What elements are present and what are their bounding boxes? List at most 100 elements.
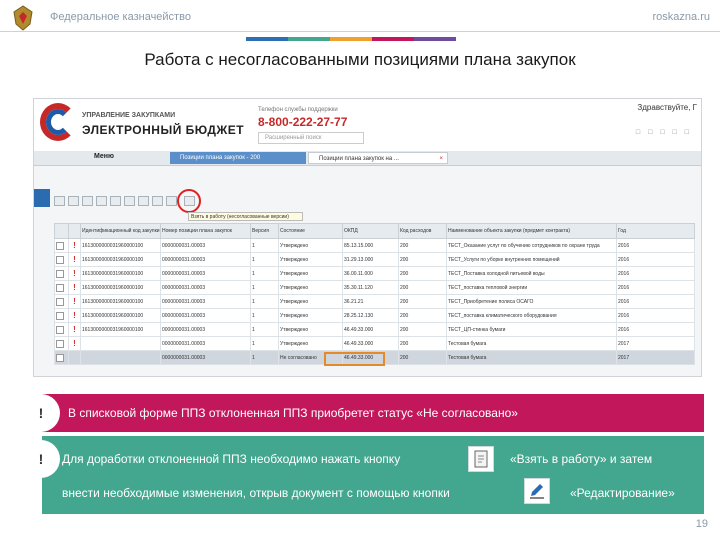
row-checkbox[interactable] (54, 252, 69, 267)
cell-name: ТЕСТ_Приобретение полиса ОСАГО (446, 294, 617, 309)
cell-flag: ! (68, 336, 81, 351)
row-checkbox[interactable] (54, 336, 69, 351)
copy-icon[interactable] (68, 196, 79, 206)
column-header[interactable]: Идентификационный код закупки (80, 223, 161, 239)
table-row[interactable]: ! 1613000000031960000100 0000000031.00003 1… (54, 294, 695, 309)
checkbox-icon[interactable] (56, 241, 64, 250)
table-row[interactable]: ! 0000000031.00003 1 Утверждено 46.49.33.000… (54, 336, 695, 351)
column-header[interactable]: Состояние (278, 223, 343, 239)
cell-flag: ! (68, 238, 81, 253)
checkbox-icon[interactable] (56, 255, 64, 264)
cell-num: 0000000031.00003 (160, 238, 251, 253)
app-screenshot: УПРАВЛЕНИЕ ЗАКУПКАМИ ЭЛЕКТРОННЫЙ БЮДЖЕТ … (33, 98, 702, 377)
exclamation-icon: ! (22, 394, 60, 432)
cell-name: Тестовая бумага (446, 350, 617, 365)
cell-ikz (80, 350, 161, 365)
column-header[interactable] (54, 223, 69, 239)
site-link[interactable]: roskazna.ru (653, 11, 710, 23)
table-row[interactable]: ! 1613000000031960000100 0000000031.00003 1… (54, 252, 695, 267)
row-checkbox[interactable] (54, 350, 69, 365)
note-text-a: Для доработки отклоненной ППЗ необходимо… (62, 452, 401, 466)
cell-num: 0000000031.00003 (160, 308, 251, 323)
color-stripes (246, 37, 456, 41)
row-checkbox[interactable] (54, 322, 69, 337)
table-row[interactable]: ! 1613000000031960000100 0000000031.00003 1… (54, 238, 695, 253)
column-header[interactable] (68, 223, 81, 239)
cell-state: Утверждено (278, 322, 343, 337)
column-header[interactable]: Наименование объекта закупки (предмет ко… (446, 223, 617, 239)
checkbox-icon[interactable] (56, 311, 64, 320)
cell-kbk: 200 (398, 252, 447, 267)
checkbox-icon[interactable] (56, 353, 64, 362)
row-checkbox[interactable] (54, 266, 69, 281)
cell-ikz (80, 336, 161, 351)
header-divider (0, 31, 720, 32)
cell-ikz: 1613000000031960000100 (80, 322, 161, 337)
cell-flag: ! (68, 252, 81, 267)
export-icon[interactable] (152, 196, 163, 206)
row-checkbox[interactable] (54, 294, 69, 309)
cell-flag (68, 350, 81, 365)
table-row[interactable]: ! 1613000000031960000100 0000000031.00003 1… (54, 322, 695, 337)
refresh-icon[interactable] (96, 196, 107, 206)
table-row[interactable]: ! 1613000000031960000100 0000000031.00003 1… (54, 280, 695, 295)
cell-ver: 1 (250, 336, 279, 351)
org-name: Федеральное казначейство (50, 11, 191, 23)
side-panel-toggle-icon[interactable] (34, 189, 50, 207)
cell-num: 0000000031.00003 (160, 266, 251, 281)
cell-flag: ! (68, 294, 81, 309)
filter-icon[interactable] (110, 196, 121, 206)
search-input[interactable]: Расширенный поиск (258, 132, 364, 144)
cell-flag: ! (68, 266, 81, 281)
table-row[interactable]: ! 1613000000031960000100 0000000031.00003 1… (54, 266, 695, 281)
support-label: Телефон службы поддержки (258, 107, 338, 113)
column-header[interactable]: Номер позиции плана закупок (160, 223, 251, 239)
cell-ver: 1 (250, 294, 279, 309)
tab-plan-positions[interactable]: Позиции плана закупок - 200 (170, 152, 306, 164)
page-number: 19 (695, 518, 708, 530)
cell-name: ТЕСТ_поставка климатического оборудовани… (446, 308, 617, 323)
view-icon[interactable] (138, 196, 149, 206)
checkbox-icon[interactable] (56, 283, 64, 292)
column-header[interactable]: Версия (250, 223, 279, 239)
add-icon[interactable] (54, 196, 65, 206)
table-row[interactable]: ! 1613000000031960000100 0000000031.00003 1… (54, 308, 695, 323)
note-text-b: «Взять в работу» и затем (510, 452, 653, 466)
checkbox-icon[interactable] (56, 297, 64, 306)
slide-header: Федеральное казначейство roskazna.ru (0, 0, 720, 38)
delete-icon[interactable] (166, 196, 177, 206)
edit-icon[interactable] (82, 196, 93, 206)
cell-name: ТЕСТ_поставка тепловой энергии (446, 280, 617, 295)
cell-state: Утверждено (278, 308, 343, 323)
logo-subtitle: УПРАВЛЕНИЕ ЗАКУПКАМИ (82, 112, 176, 119)
user-greeting: Здравствуйте, Г (637, 103, 697, 112)
cell-year: 2016 (616, 252, 695, 267)
cell-flag: ! (68, 308, 81, 323)
cell-year: 2016 (616, 280, 695, 295)
checkbox-icon[interactable] (56, 269, 64, 278)
header-icons[interactable]: □□□□□ (636, 129, 697, 136)
note-text: В списковой форме ППЗ отклоненная ППЗ пр… (68, 406, 518, 420)
coat-of-arms-icon (13, 5, 33, 31)
row-checkbox[interactable] (54, 280, 69, 295)
column-header[interactable]: Код расходов (398, 223, 447, 239)
column-header[interactable]: ОКПД (342, 223, 399, 239)
toolbar-tooltip: Взять в работу (несогласованные версии) (188, 212, 303, 221)
note-instructions-panel: ! Для доработки отклоненной ППЗ необходи… (22, 436, 704, 514)
tab-plan-positions-detail[interactable]: Позиции плана закупок на ... × (308, 152, 448, 164)
print-icon[interactable] (124, 196, 135, 206)
cell-kbk: 200 (398, 294, 447, 309)
close-icon[interactable]: × (439, 153, 443, 163)
checkbox-icon[interactable] (56, 339, 64, 348)
checkbox-icon[interactable] (56, 325, 64, 334)
cell-num: 0000000031.00003 (160, 350, 251, 365)
row-checkbox[interactable] (54, 308, 69, 323)
app-header: УПРАВЛЕНИЕ ЗАКУПКАМИ ЭЛЕКТРОННЫЙ БЮДЖЕТ … (34, 99, 701, 151)
row-checkbox[interactable] (54, 238, 69, 253)
cell-name: ТЕСТ_ЦП-стинка бумаги (446, 322, 617, 337)
cell-okpd: 28.25.12.130 (342, 308, 399, 323)
grid-toolbar (54, 195, 694, 209)
menu-button[interactable]: Меню (94, 153, 114, 160)
column-header[interactable]: Год (616, 223, 695, 239)
cell-name: ТЕСТ_Поставка холодной питьевой воды (446, 266, 617, 281)
